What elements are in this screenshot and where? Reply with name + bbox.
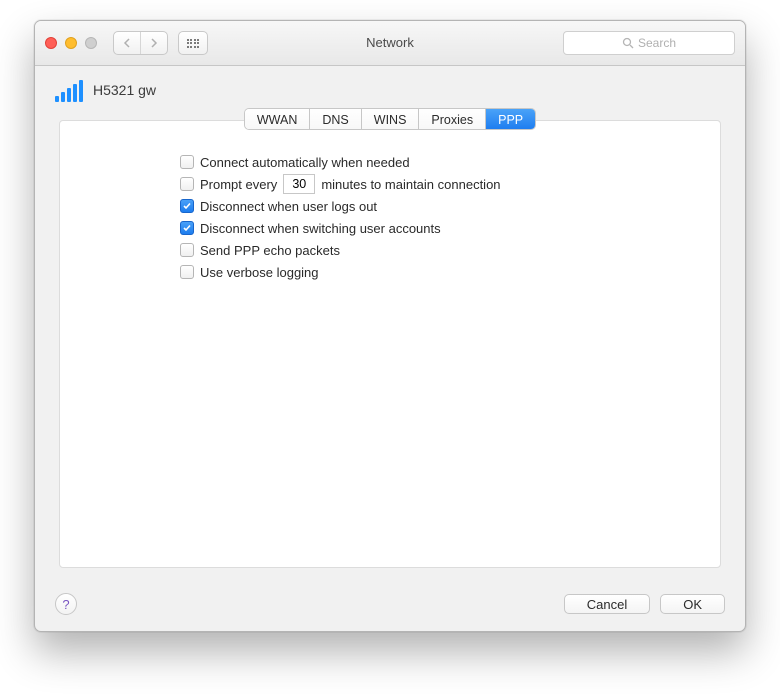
tab-dns[interactable]: DNS — [310, 109, 361, 129]
option-disconnect-logout: Disconnect when user logs out — [180, 195, 720, 217]
tab-wwan[interactable]: WWAN — [245, 109, 311, 129]
show-all-button[interactable] — [178, 31, 208, 55]
ppp-options: Connect automatically when needed Prompt… — [180, 151, 720, 283]
panel-tabs: WWAN DNS WINS Proxies PPP — [244, 108, 536, 130]
cellular-signal-icon — [55, 78, 83, 102]
window-controls — [45, 37, 97, 49]
label-prompt-prefix: Prompt every — [200, 177, 277, 192]
search-placeholder: Search — [638, 36, 676, 50]
label-verbose-logging: Use verbose logging — [200, 265, 319, 280]
tabs-row: WWAN DNS WINS Proxies PPP — [35, 108, 745, 130]
back-button[interactable] — [114, 32, 141, 54]
label-prompt-suffix: minutes to maintain connection — [321, 177, 500, 192]
search-icon — [622, 37, 634, 49]
label-connect-auto: Connect automatically when needed — [200, 155, 410, 170]
grid-icon — [187, 39, 200, 48]
toolbar: Network Search — [35, 21, 745, 66]
close-window-button[interactable] — [45, 37, 57, 49]
tab-ppp[interactable]: PPP — [486, 109, 535, 129]
ok-button[interactable]: OK — [660, 594, 725, 614]
option-verbose-logging: Use verbose logging — [180, 261, 720, 283]
device-name: H5321 gw — [93, 82, 156, 98]
chevron-right-icon — [150, 38, 158, 48]
footer: ? Cancel OK — [35, 583, 745, 631]
minimize-window-button[interactable] — [65, 37, 77, 49]
forward-button[interactable] — [141, 32, 167, 54]
option-connect-auto: Connect automatically when needed — [180, 151, 720, 173]
input-prompt-minutes[interactable] — [283, 174, 315, 194]
check-icon — [182, 201, 192, 211]
cancel-button[interactable]: Cancel — [564, 594, 650, 614]
label-disconnect-switch: Disconnect when switching user accounts — [200, 221, 441, 236]
tab-proxies[interactable]: Proxies — [419, 109, 486, 129]
back-forward-segment — [113, 31, 168, 55]
label-disconnect-logout: Disconnect when user logs out — [200, 199, 377, 214]
help-button[interactable]: ? — [55, 593, 77, 615]
option-send-echo: Send PPP echo packets — [180, 239, 720, 261]
checkbox-verbose-logging[interactable] — [180, 265, 194, 279]
chevron-left-icon — [123, 38, 131, 48]
check-icon — [182, 223, 192, 233]
tab-wins[interactable]: WINS — [362, 109, 420, 129]
checkbox-send-echo[interactable] — [180, 243, 194, 257]
checkbox-disconnect-logout[interactable] — [180, 199, 194, 213]
checkbox-connect-auto[interactable] — [180, 155, 194, 169]
label-send-echo: Send PPP echo packets — [200, 243, 340, 258]
checkbox-disconnect-switch[interactable] — [180, 221, 194, 235]
checkbox-prompt-every[interactable] — [180, 177, 194, 191]
search-input[interactable]: Search — [563, 31, 735, 55]
option-prompt-every: Prompt every minutes to maintain connect… — [180, 173, 720, 195]
option-disconnect-switch: Disconnect when switching user accounts — [180, 217, 720, 239]
zoom-window-button[interactable] — [85, 37, 97, 49]
preferences-window: Network Search H5321 gw WWAN DNS WINS Pr… — [34, 20, 746, 632]
device-header: H5321 gw — [35, 66, 745, 102]
settings-panel: Connect automatically when needed Prompt… — [59, 120, 721, 568]
